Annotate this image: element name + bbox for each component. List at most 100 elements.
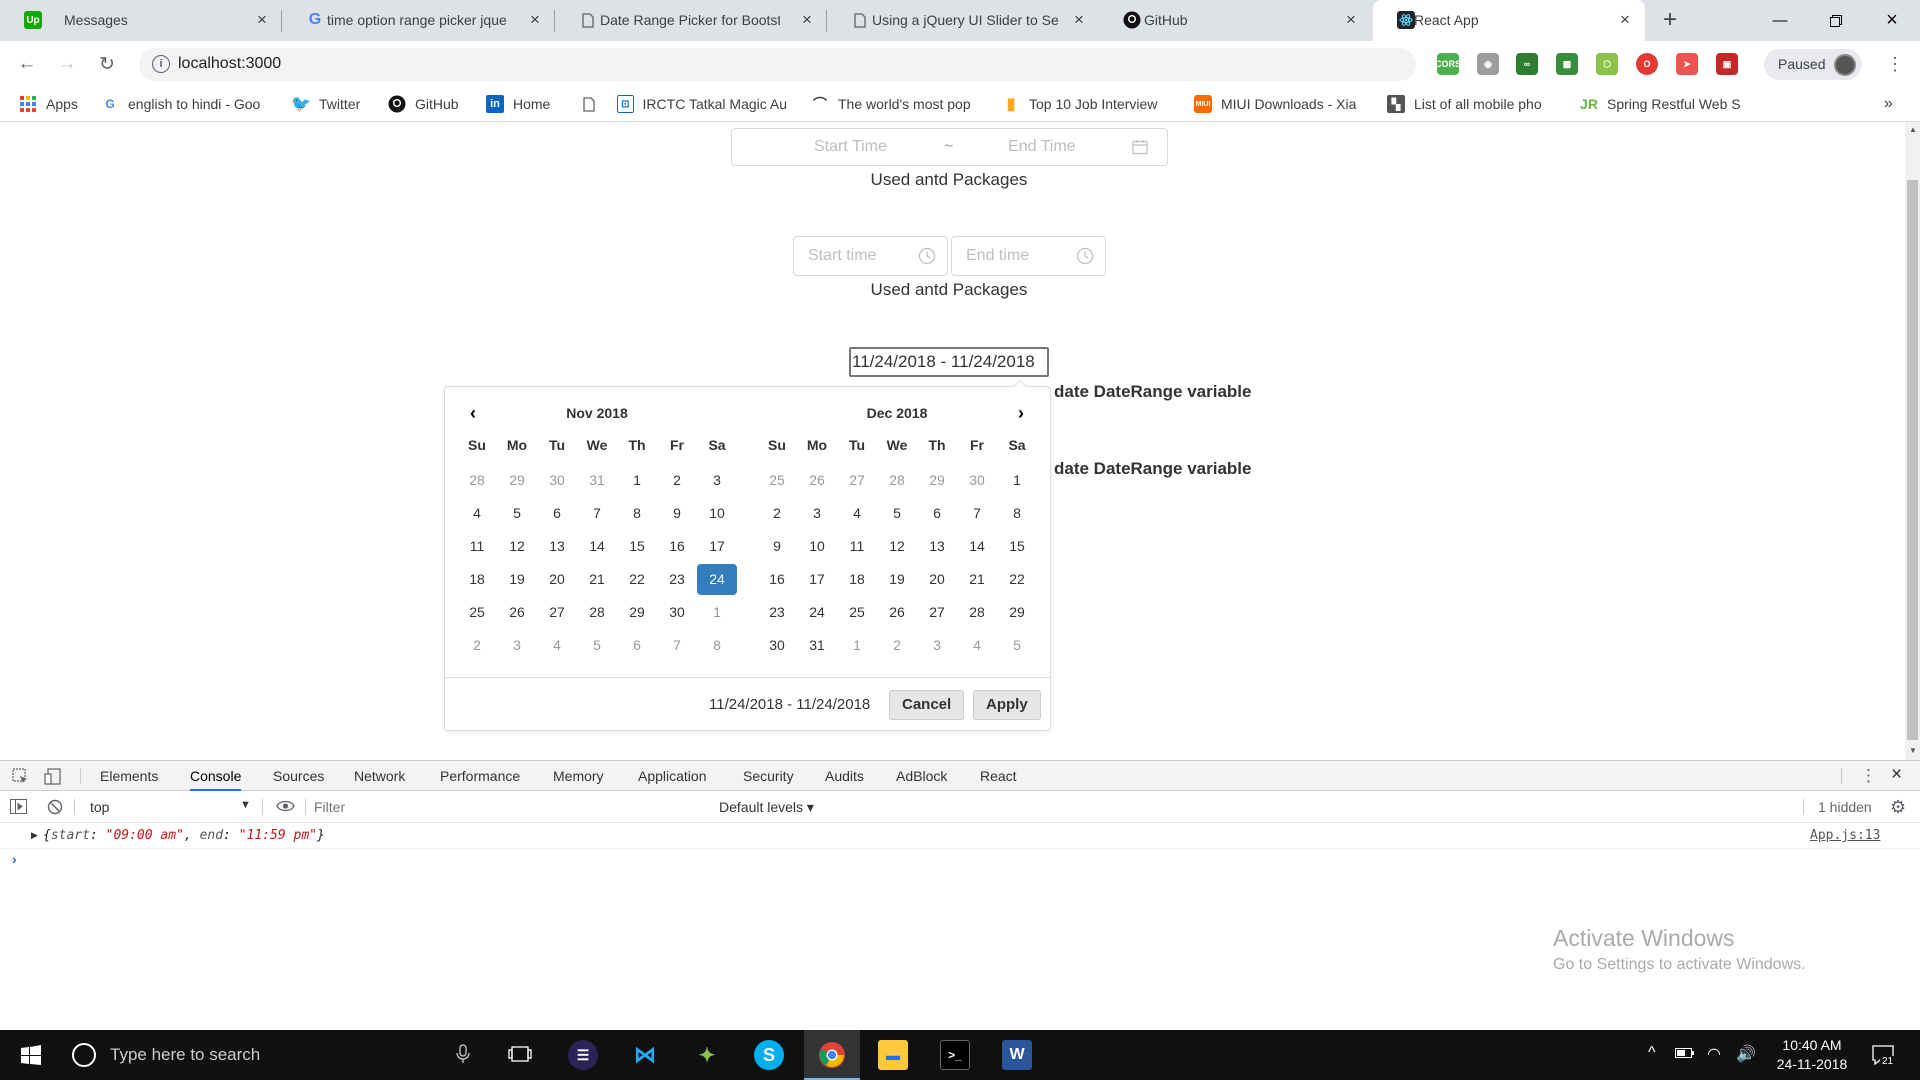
day-cell[interactable]: 25: [757, 465, 797, 496]
menu-icon[interactable]: ⋮: [1886, 54, 1904, 75]
day-cell[interactable]: 26: [497, 597, 537, 628]
day-cell[interactable]: 11: [837, 531, 877, 562]
day-cell[interactable]: 21: [577, 564, 617, 595]
info-icon[interactable]: i: [152, 55, 170, 73]
opera-extension-icon[interactable]: O: [1636, 53, 1658, 75]
day-cell[interactable]: 29: [617, 597, 657, 628]
tab-github[interactable]: GitHub ×: [1099, 0, 1371, 41]
day-cell[interactable]: 16: [757, 564, 797, 595]
day-cell[interactable]: 1: [837, 630, 877, 661]
microphone-icon[interactable]: [456, 1044, 470, 1064]
day-cell[interactable]: 2: [757, 498, 797, 529]
day-cell[interactable]: 24: [797, 597, 837, 628]
bookmark-blank[interactable]: [580, 95, 607, 113]
day-cell[interactable]: 22: [617, 564, 657, 595]
day-cell[interactable]: 5: [577, 630, 617, 661]
antd-end-time-picker[interactable]: End time: [951, 236, 1106, 276]
devtools-tab-react[interactable]: React: [980, 761, 1017, 791]
windows-start-icon[interactable]: [16, 1040, 46, 1070]
node-extension-icon[interactable]: ⬡: [1596, 53, 1618, 75]
day-cell[interactable]: 31: [577, 465, 617, 496]
day-cell[interactable]: 12: [877, 531, 917, 562]
close-tab-icon[interactable]: ×: [1069, 10, 1089, 30]
vscode-icon[interactable]: ⋈: [630, 1040, 660, 1070]
task-view-icon[interactable]: [505, 1040, 535, 1070]
day-cell[interactable]: 27: [917, 597, 957, 628]
devtools-tab-network[interactable]: Network: [354, 761, 405, 791]
day-cell[interactable]: 3: [697, 465, 737, 496]
day-cell[interactable]: 31: [797, 630, 837, 661]
bookmark-miui[interactable]: MIUI MIUI Downloads - Xia: [1194, 95, 1364, 113]
bookmark-english-hindi[interactable]: G english to hindi - Goo: [101, 95, 271, 113]
day-cell[interactable]: 8: [617, 498, 657, 529]
logged-object[interactable]: {start: "09:00 am", end: "11:59 pm"}: [43, 828, 325, 843]
chrome-taskbar-active[interactable]: [804, 1030, 860, 1080]
day-cell[interactable]: 30: [757, 630, 797, 661]
day-cell[interactable]: 27: [537, 597, 577, 628]
day-cell[interactable]: 21: [957, 564, 997, 595]
day-cell[interactable]: 2: [657, 465, 697, 496]
devtools-tab-security[interactable]: Security: [743, 761, 794, 791]
devtools-close-icon[interactable]: ×: [1891, 764, 1902, 786]
cors-extension-icon[interactable]: CORS: [1435, 53, 1461, 75]
day-cell[interactable]: 27: [837, 465, 877, 496]
day-cell[interactable]: 13: [537, 531, 577, 562]
day-cell[interactable]: 29: [917, 465, 957, 496]
context-dropdown-icon[interactable]: ▼: [240, 799, 251, 811]
day-cell[interactable]: 12: [497, 531, 537, 562]
day-cell[interactable]: 28: [957, 597, 997, 628]
day-cell[interactable]: 16: [657, 531, 697, 562]
day-cell[interactable]: 1: [997, 465, 1037, 496]
day-cell[interactable]: 9: [757, 531, 797, 562]
terminal-icon[interactable]: >_: [940, 1040, 970, 1070]
day-cell[interactable]: 29: [997, 597, 1037, 628]
day-cell[interactable]: 22: [997, 564, 1037, 595]
day-cell[interactable]: 23: [757, 597, 797, 628]
day-cell[interactable]: 7: [657, 630, 697, 661]
scroll-up-icon[interactable]: ▲: [1909, 125, 1917, 134]
day-cell[interactable]: 28: [877, 465, 917, 496]
day-cell[interactable]: 14: [577, 531, 617, 562]
inspect-element-icon[interactable]: [12, 768, 29, 785]
day-cell[interactable]: 18: [457, 564, 497, 595]
day-cell[interactable]: 7: [957, 498, 997, 529]
day-cell[interactable]: 30: [657, 597, 697, 628]
day-cell[interactable]: 28: [457, 465, 497, 496]
devtools-tab-sources[interactable]: Sources: [273, 761, 324, 791]
close-tab-icon[interactable]: ×: [252, 10, 272, 30]
scroll-down-icon[interactable]: ▼: [1909, 746, 1917, 755]
day-cell[interactable]: 3: [797, 498, 837, 529]
day-cell[interactable]: 17: [697, 531, 737, 562]
camera-extension-icon[interactable]: ◉: [1477, 53, 1499, 75]
bookmark-home[interactable]: in Home: [486, 95, 550, 113]
day-cell[interactable]: 3: [917, 630, 957, 661]
device-toolbar-icon[interactable]: [44, 768, 62, 785]
wifi-icon[interactable]: ◠: [1707, 1044, 1721, 1064]
day-cell[interactable]: 5: [997, 630, 1037, 661]
bookmark-apps[interactable]: Apps: [19, 95, 78, 113]
devtools-tab-elements[interactable]: Elements: [100, 761, 158, 791]
file-explorer-icon[interactable]: ▬: [878, 1040, 908, 1070]
day-cell[interactable]: 6: [537, 498, 577, 529]
close-tab-icon[interactable]: ×: [797, 10, 817, 30]
bookmark-mobile[interactable]: ▚ List of all mobile pho: [1387, 95, 1557, 113]
skype-icon[interactable]: S: [754, 1040, 784, 1070]
day-cell[interactable]: 1: [697, 597, 737, 628]
range-end-input[interactable]: End Time: [1008, 138, 1076, 156]
day-cell[interactable]: 4: [537, 630, 577, 661]
day-cell[interactable]: 6: [917, 498, 957, 529]
day-cell[interactable]: 29: [497, 465, 537, 496]
day-cell[interactable]: 17: [797, 564, 837, 595]
day-cell[interactable]: 19: [497, 564, 537, 595]
day-cell[interactable]: 25: [837, 597, 877, 628]
close-tab-icon[interactable]: ×: [1615, 10, 1635, 30]
picture-extension-icon[interactable]: ▣: [1716, 53, 1738, 75]
tab-daterange[interactable]: Date Range Picker for Bootst ×: [555, 0, 827, 41]
day-cell[interactable]: 4: [957, 630, 997, 661]
console-filter-input[interactable]: [314, 796, 709, 818]
back-icon[interactable]: ←: [12, 49, 42, 79]
day-cell[interactable]: 7: [577, 498, 617, 529]
devtools-menu-icon[interactable]: ⋮: [1860, 766, 1877, 786]
day-cell[interactable]: 30: [537, 465, 577, 496]
day-cell[interactable]: 9: [657, 498, 697, 529]
